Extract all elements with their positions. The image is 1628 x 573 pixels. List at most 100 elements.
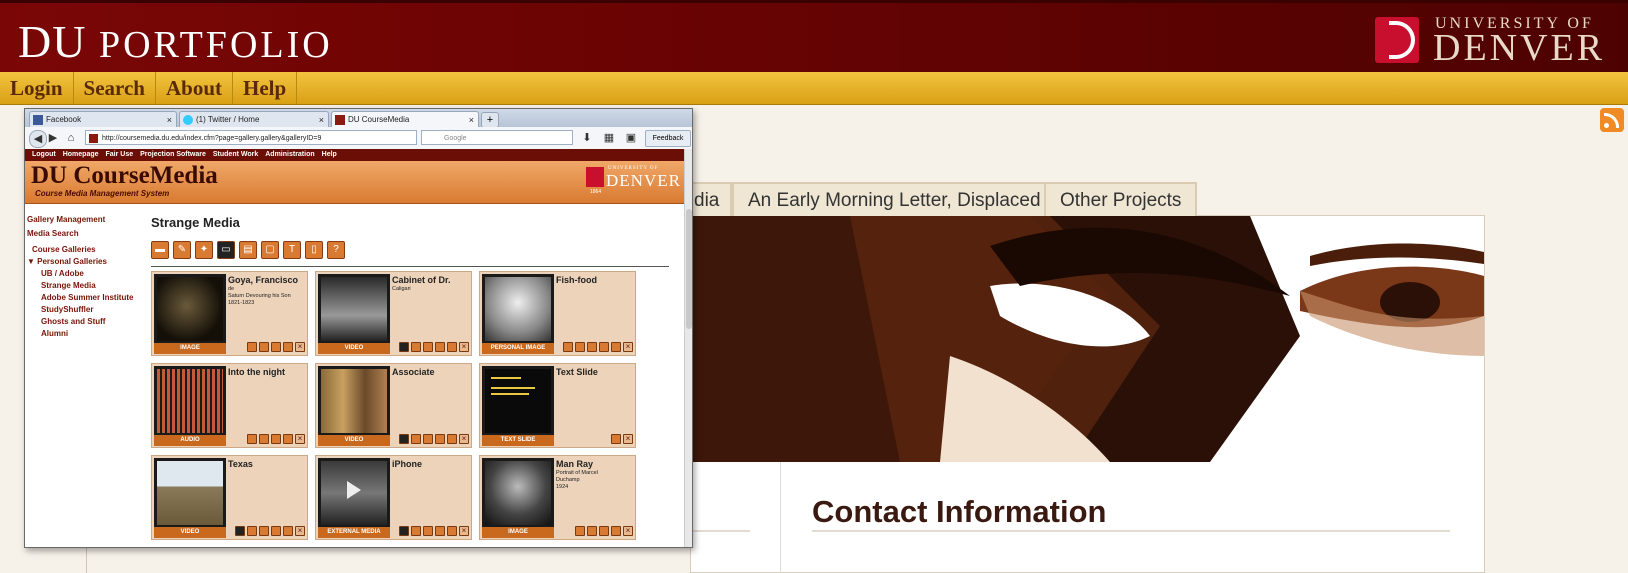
slides-icon[interactable]: ▢ [261,241,279,259]
comment-icon[interactable] [411,526,421,536]
copy-icon[interactable] [435,342,445,352]
media-title[interactable]: Text Slide [556,367,598,377]
media-card[interactable]: IMAGE Man Ray Portrait of Marcel Duchamp… [479,455,636,540]
cm-nav-student-work[interactable]: Student Work [213,149,258,161]
globe-icon[interactable] [259,434,269,444]
sidebar-course-galleries[interactable]: Course Galleries [32,245,96,254]
media-card[interactable]: PERSONAL IMAGE Fish-food × [479,271,636,356]
cm-nav-logout[interactable]: Logout [32,149,56,161]
close-tab-icon[interactable]: × [319,112,324,127]
search-bar[interactable]: Google [421,130,573,145]
nav-login[interactable]: Login [0,72,74,104]
comment-icon[interactable] [411,342,421,352]
cm-nav-administration[interactable]: Administration [265,149,314,161]
globe-icon[interactable] [259,526,269,536]
media-thumbnail[interactable]: PERSONAL IMAGE [482,274,554,354]
sidebar-studyshuffler[interactable]: StudyShuffler [41,305,93,314]
delete-icon[interactable]: × [623,342,633,352]
cm-nav-fair-use[interactable]: Fair Use [106,149,134,161]
media-card[interactable]: AUDIO Into the night × [151,363,308,448]
media-title[interactable]: Associate [392,367,435,377]
delete-icon[interactable]: × [459,342,469,352]
monitor-icon[interactable] [399,342,409,352]
media-card[interactable]: TEXT SLIDE Text Slide × [479,363,636,448]
pencil-icon[interactable]: ✎ [173,241,191,259]
media-title[interactable]: Man Ray [556,459,593,469]
monitor-icon[interactable] [399,526,409,536]
scrollbar-thumb[interactable] [686,209,692,329]
page-scrollbar[interactable] [684,149,692,547]
sidebar-ub-adobe[interactable]: UB / Adobe [41,269,84,278]
play-icon[interactable] [347,481,361,499]
info-icon[interactable] [447,526,457,536]
close-tab-icon[interactable]: × [167,112,172,127]
globe-icon[interactable] [423,526,433,536]
delete-icon[interactable]: × [459,526,469,536]
comment-icon[interactable] [411,434,421,444]
cm-nav-projection-software[interactable]: Projection Software [140,149,206,161]
media-title[interactable]: Goya, Francisco [228,275,298,285]
media-card[interactable]: VIDEO Associate × [315,363,472,448]
copy-icon[interactable] [599,342,609,352]
export-icon[interactable]: ▤ [239,241,257,259]
monitor-icon[interactable] [235,526,245,536]
media-thumbnail[interactable]: AUDIO [154,366,226,446]
media-title[interactable]: Texas [228,459,253,469]
grid-icon[interactable]: ▦ [601,130,617,146]
copy-icon[interactable] [435,434,445,444]
comment-icon[interactable] [247,526,257,536]
delete-icon[interactable]: × [623,526,633,536]
sidebar-alumni[interactable]: Alumni [41,329,68,338]
image-icon[interactable] [563,342,573,352]
image-icon[interactable]: ▬ [151,241,169,259]
media-thumbnail[interactable]: VIDEO [318,366,390,446]
delete-icon[interactable]: × [459,434,469,444]
monitor-icon[interactable] [399,434,409,444]
media-title[interactable]: Cabinet of Dr. [392,275,451,285]
new-tab-button[interactable]: + [481,112,499,128]
media-title[interactable]: Into the night [228,367,285,377]
nav-search[interactable]: Search [74,72,156,104]
copy-icon[interactable] [271,434,281,444]
browser-tab-facebook[interactable]: Facebook × [29,111,177,127]
addon-icon[interactable]: ▣ [623,130,639,146]
media-card[interactable]: IMAGE Goya, Francisco de Saturn Devourin… [151,271,308,356]
help-icon[interactable]: ? [327,241,345,259]
text-icon[interactable] [611,434,621,444]
info-icon[interactable] [447,342,457,352]
address-bar[interactable]: http://coursemedia.du.edu/index.cfm?page… [85,130,417,145]
close-tab-icon[interactable]: × [469,112,474,127]
tab-early-morning-letter[interactable]: An Early Morning Letter, Displaced [732,182,1057,216]
media-title[interactable]: Fish-food [556,275,597,285]
copy-icon[interactable] [271,526,281,536]
info-icon[interactable] [611,342,621,352]
globe-icon[interactable] [423,342,433,352]
media-thumbnail[interactable]: VIDEO [318,274,390,354]
delete-icon[interactable]: × [295,342,305,352]
book-icon[interactable]: ▯ [305,241,323,259]
sidebar-adobe-summer-institute[interactable]: Adobe Summer Institute [41,293,133,302]
info-icon[interactable] [283,526,293,536]
nav-help[interactable]: Help [233,72,298,104]
cm-nav-help[interactable]: Help [322,149,337,161]
sidebar-personal-galleries[interactable]: ▼ Personal Galleries [27,257,107,266]
comment-icon[interactable] [247,434,257,444]
media-card[interactable]: EXTERNAL MEDIA iPhone × [315,455,472,540]
rss-feed-icon[interactable] [1600,108,1624,132]
globe-icon[interactable] [259,342,269,352]
media-thumbnail[interactable]: TEXT SLIDE [482,366,554,446]
tag-icon[interactable]: ✦ [195,241,213,259]
info-icon[interactable] [611,526,621,536]
university-of-denver-logo[interactable]: UNIVERSITY OF DENVER [1375,15,1610,67]
comment-icon[interactable] [575,342,585,352]
delete-icon[interactable]: × [623,434,633,444]
media-thumbnail[interactable]: VIDEO [154,458,226,538]
nav-about[interactable]: About [156,72,234,104]
download-icon[interactable]: ⬇ [579,130,595,146]
media-card[interactable]: VIDEO Cabinet of Dr. Caligari × [315,271,472,356]
feedback-button[interactable]: Feedback [645,130,691,147]
tab-other-projects[interactable]: Other Projects [1044,182,1198,216]
text-icon[interactable]: T [283,241,301,259]
media-title[interactable]: iPhone [392,459,422,469]
media-thumbnail[interactable]: IMAGE [154,274,226,354]
